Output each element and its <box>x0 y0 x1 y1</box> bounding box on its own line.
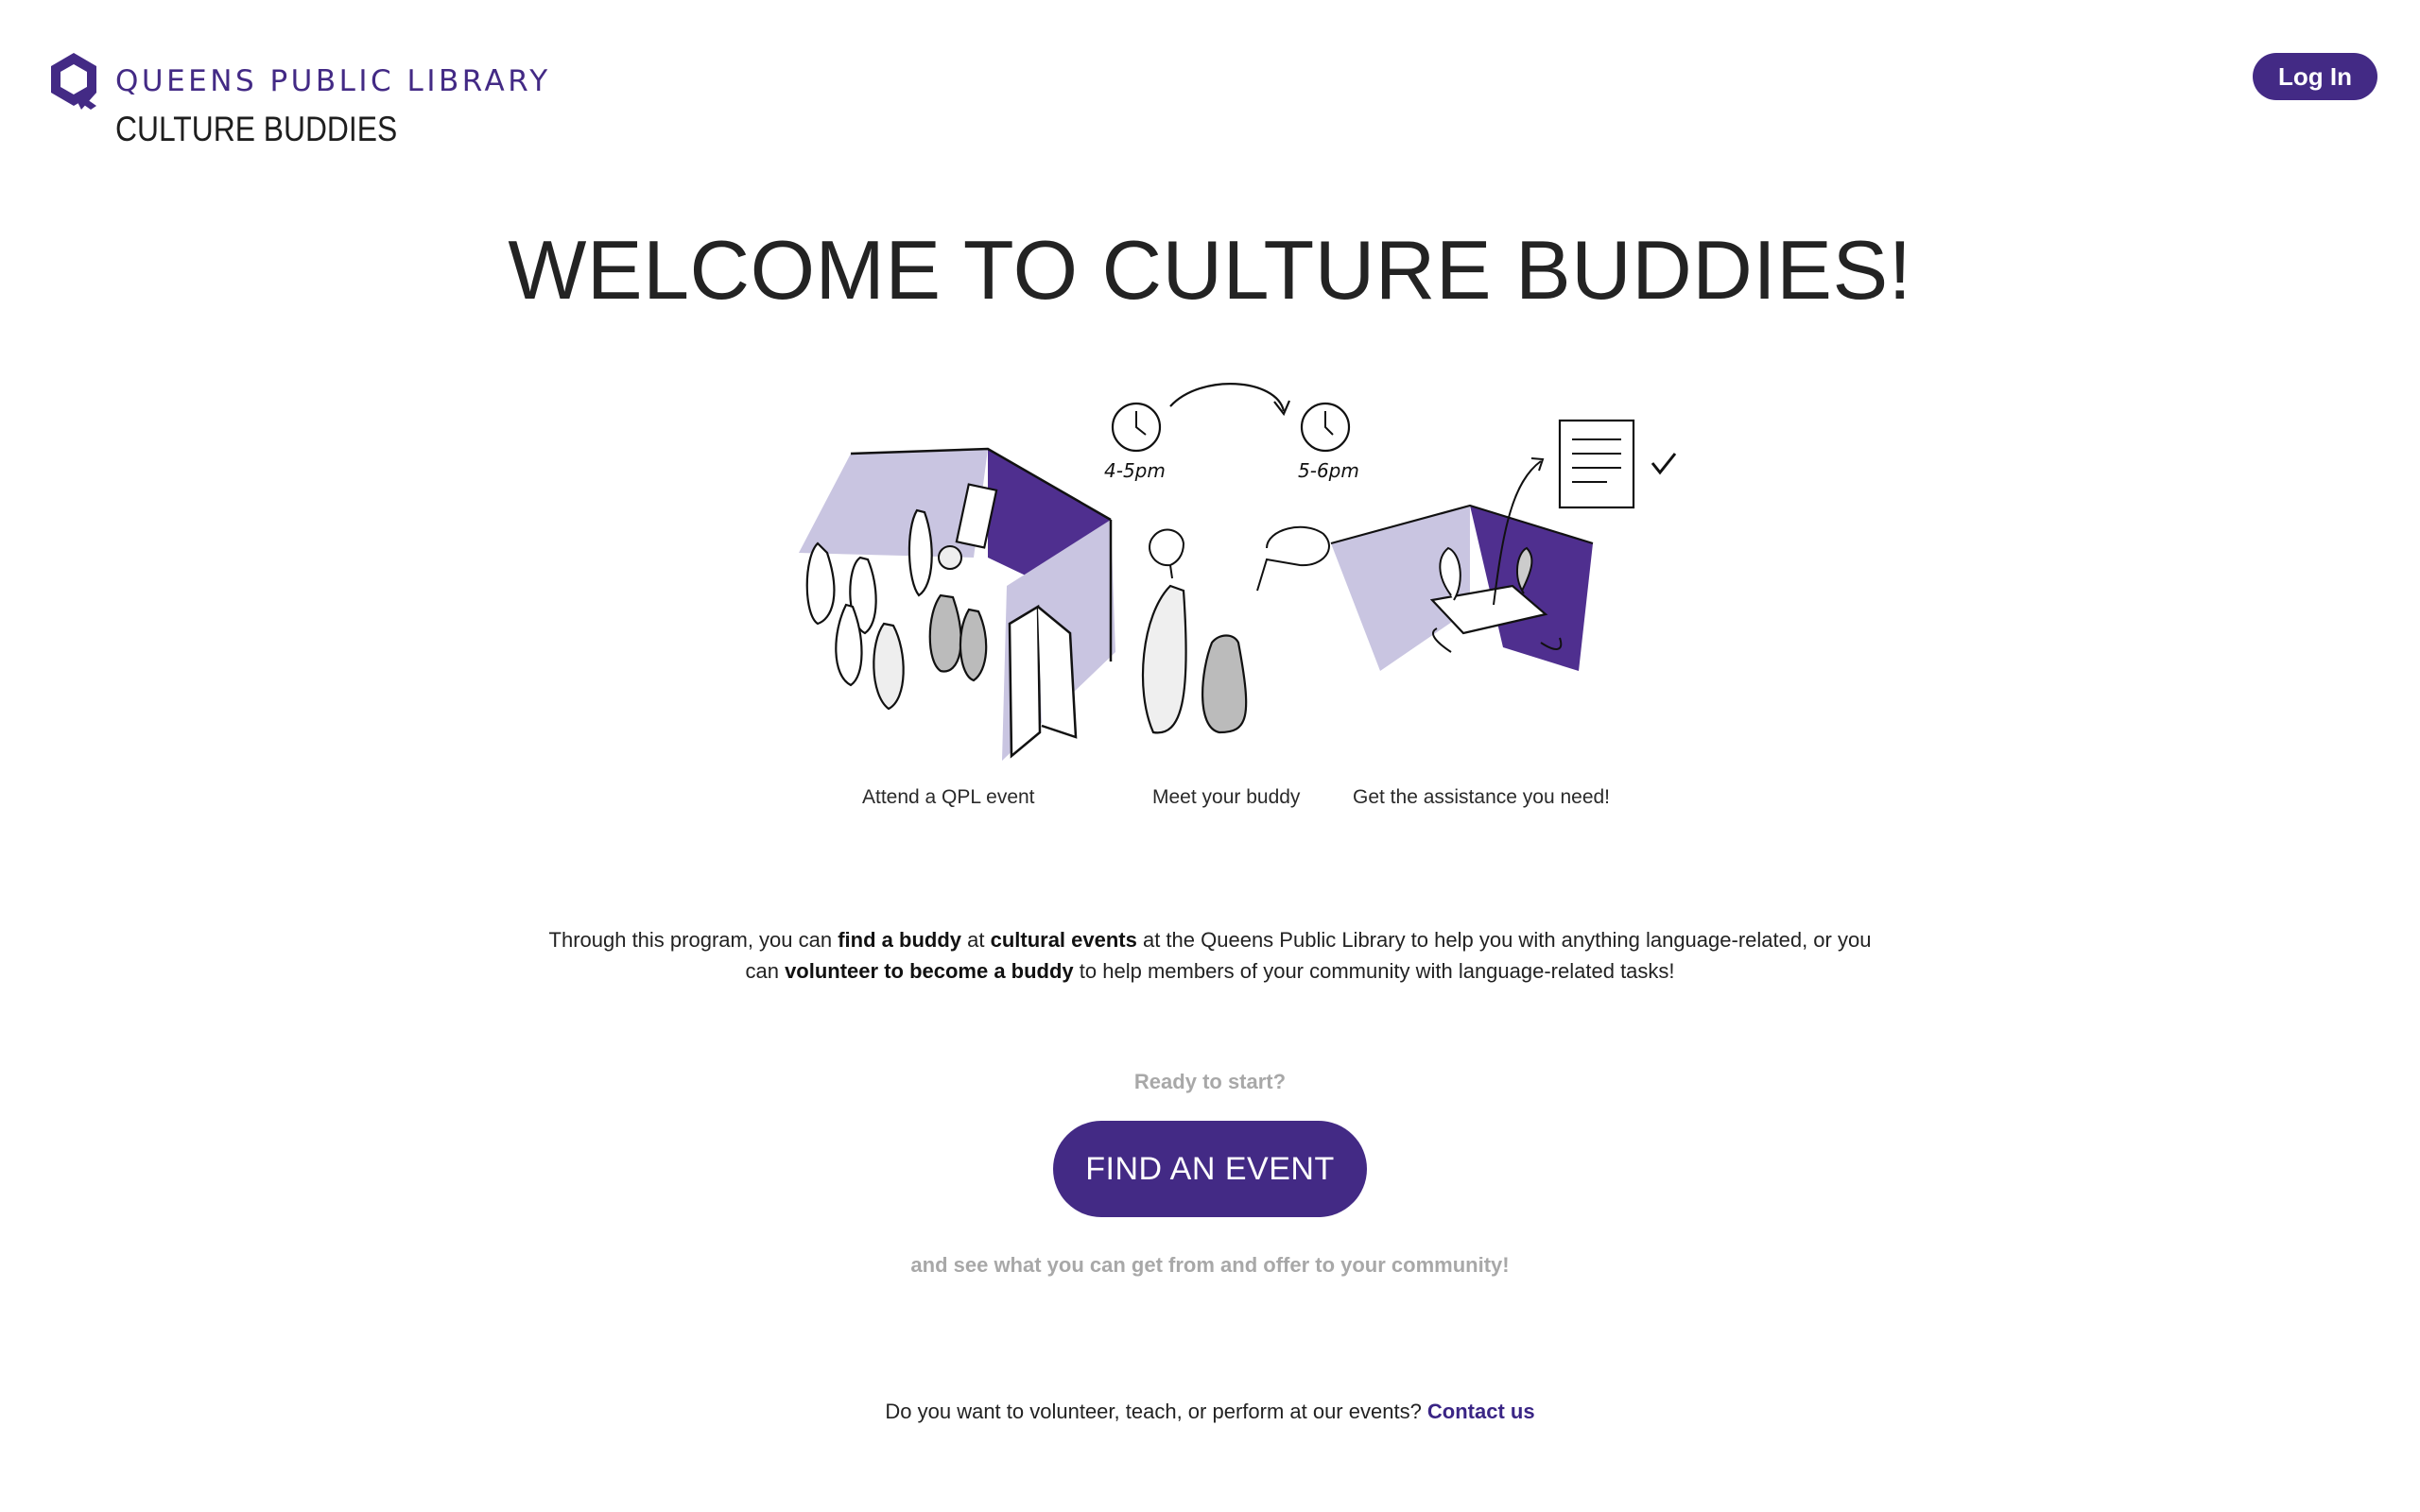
page-title: WELCOME TO CULTURE BUDDIES! <box>508 223 1912 317</box>
footer-question-text: Do you want to volunteer, teach, or perf… <box>885 1400 1427 1423</box>
login-button[interactable]: Log In <box>2253 53 2377 100</box>
event-room-drawing <box>799 447 1115 761</box>
contact-us-link[interactable]: Contact us <box>1427 1400 1535 1423</box>
find-event-button[interactable]: FIND AN EVENT <box>1053 1121 1367 1217</box>
program-steps-illustration: 4-5pm 5-6pm <box>799 383 1677 761</box>
step-caption-meet: Meet your buddy <box>1152 786 1301 808</box>
description-text: at <box>961 928 991 952</box>
cta-subtext: and see what you can get from and offer … <box>910 1253 1510 1277</box>
program-description: Through this program, you can find a bud… <box>548 924 1872 987</box>
qpl-logo-icon <box>51 53 96 110</box>
description-emphasis: find a buddy <box>838 928 961 952</box>
description-text: to help members of your community with l… <box>1073 959 1675 983</box>
brand-name: QUEENS PUBLIC LIBRARY <box>115 64 551 98</box>
footer-question: Do you want to volunteer, teach, or perf… <box>0 1400 2420 1424</box>
brand-logo-link[interactable]: QUEENS PUBLIC LIBRARY CULTURE BUDDIES <box>49 51 551 148</box>
time-after-label: 5-6pm <box>1298 459 1359 482</box>
description-emphasis: volunteer to become a buddy <box>785 959 1074 983</box>
page: QUEENS PUBLIC LIBRARY CULTURE BUDDIES Lo… <box>0 0 2420 1512</box>
description-text: Through this program, you can <box>548 928 838 952</box>
step-caption-assistance: Get the assistance you need! <box>1353 786 1611 808</box>
time-before-label: 4-5pm <box>1104 459 1166 482</box>
meeting-drawing: 4-5pm 5-6pm <box>1104 383 1359 734</box>
cta-prompt: Ready to start? <box>1133 1070 1287 1093</box>
app-name: CULTURE BUDDIES <box>115 110 398 148</box>
assistance-drawing <box>1330 419 1677 671</box>
description-emphasis: cultural events <box>990 928 1137 952</box>
step-caption-attend: Attend a QPL event <box>862 786 1035 808</box>
